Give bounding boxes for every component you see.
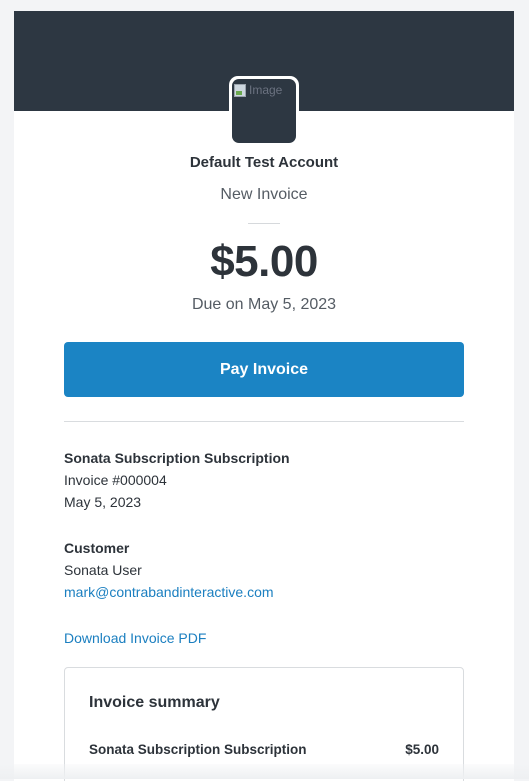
broken-image-icon [234,83,246,97]
customer-name: Sonata User [64,562,142,578]
customer-email-link[interactable]: mark@contrabandinteractive.com [64,584,274,600]
divider-short [248,223,280,224]
subscription-title: Sonata Subscription Subscription [64,450,290,466]
invoice-email-card: Image Default Test Account New Invoice $… [14,11,514,781]
due-date-text: Due on May 5, 2023 [191,296,337,313]
invoice-type-label: New Invoice [220,186,308,203]
broken-image-placeholder: Image [234,83,282,97]
line-item-name: Sonata Subscription Subscription [89,742,307,757]
invoice-summary-title: Invoice summary [89,694,220,711]
logo-alt-text: Image [249,83,283,97]
account-logo: Image [229,76,299,146]
pay-invoice-button[interactable]: Pay Invoice [64,342,464,397]
download-invoice-pdf-link[interactable]: Download Invoice PDF [64,627,206,649]
section-divider [64,421,464,422]
subscription-details: Sonata Subscription Subscription Invoice… [64,447,464,513]
invoice-amount: $5.00 [210,237,318,286]
viewport-bottom-fade [0,764,529,779]
customer-heading: Customer [64,540,130,556]
invoice-date: May 5, 2023 [64,494,142,510]
summary-line-item: Sonata Subscription Subscription $5.00 [89,742,439,757]
account-name: Default Test Account [189,154,339,171]
line-item-amount: $5.00 [405,742,439,757]
customer-details: Customer Sonata User mark@contrabandinte… [64,537,464,603]
logo-image: Image [232,79,296,143]
invoice-number: Invoice #000004 [64,472,167,488]
